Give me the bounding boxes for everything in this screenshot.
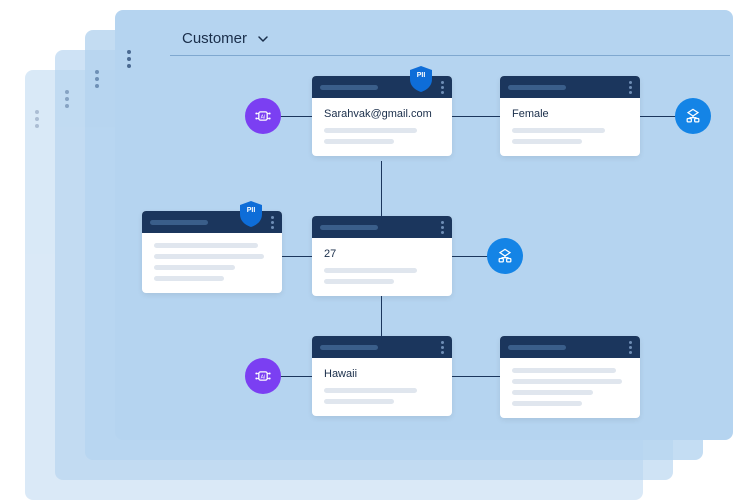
card-gender[interactable]: Female bbox=[500, 76, 640, 156]
placeholder-line bbox=[324, 128, 417, 133]
ai-icon[interactable]: AI bbox=[245, 358, 281, 394]
main-panel: Customer AI bbox=[115, 10, 733, 440]
placeholder-line bbox=[154, 265, 235, 270]
connector bbox=[452, 116, 500, 117]
pii-badge: PII bbox=[410, 66, 432, 92]
card-age-label: 27 bbox=[324, 248, 440, 260]
placeholder-line bbox=[324, 268, 417, 273]
card-menu-icon[interactable] bbox=[629, 81, 632, 94]
card-menu-icon[interactable] bbox=[271, 216, 274, 229]
placeholder-line bbox=[512, 128, 605, 133]
card-title-placeholder bbox=[508, 345, 566, 350]
card-title-placeholder bbox=[320, 345, 378, 350]
card-location-label: Hawaii bbox=[324, 368, 440, 380]
svg-text:AI: AI bbox=[261, 375, 266, 381]
card-menu-icon[interactable] bbox=[629, 341, 632, 354]
card-email[interactable]: PII Sarahvak@gmail.com bbox=[312, 76, 452, 156]
card-title-placeholder bbox=[320, 225, 378, 230]
card-location[interactable]: Hawaii bbox=[312, 336, 452, 416]
hierarchy-icon[interactable] bbox=[675, 98, 711, 134]
card-age[interactable]: 27 bbox=[312, 216, 452, 296]
placeholder-line bbox=[324, 399, 394, 404]
card-menu-icon[interactable] bbox=[441, 81, 444, 94]
placeholder-line bbox=[512, 368, 616, 373]
placeholder-line bbox=[512, 390, 593, 395]
placeholder-line bbox=[512, 139, 582, 144]
placeholder-line bbox=[154, 243, 258, 248]
panel-header: Customer bbox=[170, 22, 730, 56]
placeholder-line bbox=[324, 388, 417, 393]
card-menu-icon[interactable] bbox=[441, 221, 444, 234]
placeholder-line bbox=[512, 401, 582, 406]
diagram-canvas: AI PII Sarahvak@gmail.com bbox=[115, 56, 733, 440]
panel-title: Customer bbox=[182, 30, 247, 47]
placeholder-line bbox=[154, 276, 224, 281]
card-generic[interactable] bbox=[500, 336, 640, 418]
placeholder-line bbox=[512, 379, 622, 384]
connector bbox=[381, 296, 382, 336]
pii-badge: PII bbox=[240, 201, 262, 227]
svg-text:AI: AI bbox=[261, 115, 266, 121]
connector bbox=[282, 256, 312, 257]
connector bbox=[381, 161, 382, 231]
placeholder-line bbox=[324, 139, 394, 144]
card-gender-label: Female bbox=[512, 108, 628, 120]
chevron-down-icon[interactable] bbox=[257, 33, 269, 45]
placeholder-line bbox=[324, 279, 394, 284]
card-title-placeholder bbox=[320, 85, 378, 90]
card-email-label: Sarahvak@gmail.com bbox=[324, 108, 440, 120]
ai-icon[interactable]: AI bbox=[245, 98, 281, 134]
placeholder-line bbox=[154, 254, 264, 259]
card-menu-icon[interactable] bbox=[441, 341, 444, 354]
card-title-placeholder bbox=[508, 85, 566, 90]
hierarchy-icon[interactable] bbox=[487, 238, 523, 274]
card-title-placeholder bbox=[150, 220, 208, 225]
card-pii-generic[interactable]: PII bbox=[142, 211, 282, 293]
connector bbox=[452, 376, 500, 377]
